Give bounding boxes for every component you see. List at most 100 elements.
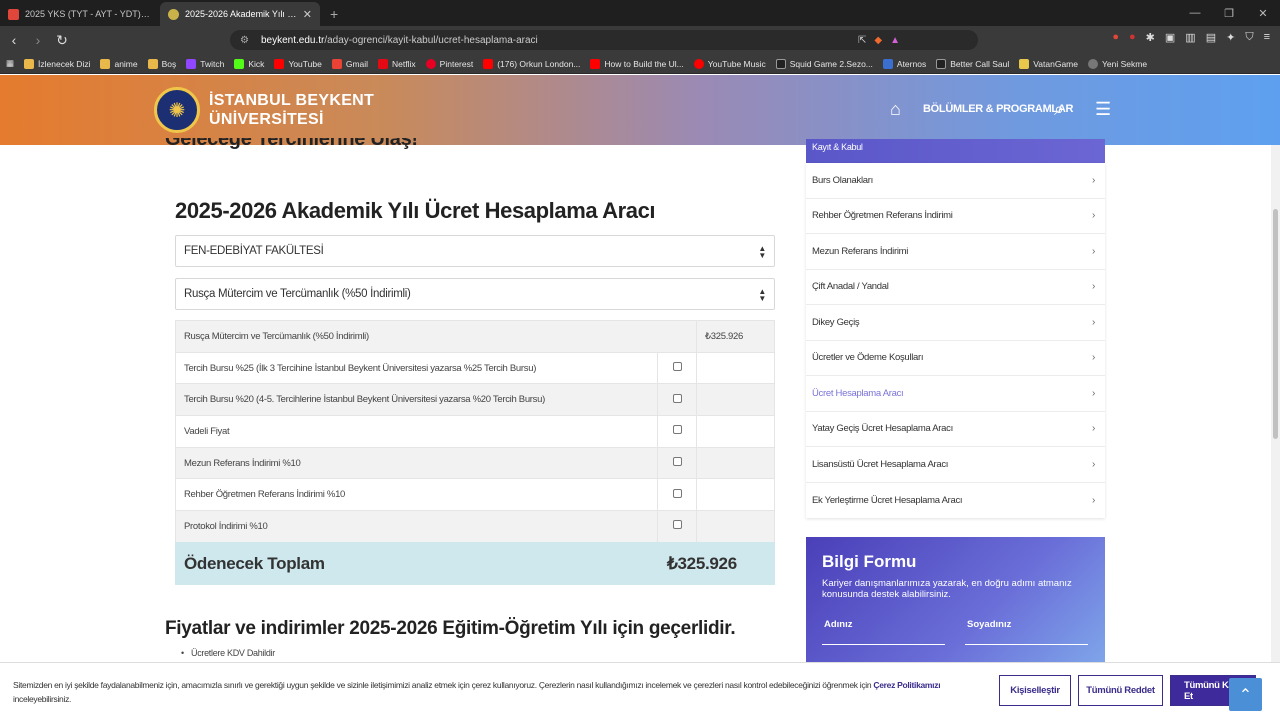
search-icon[interactable]: ⌕	[1054, 99, 1064, 120]
media-icon[interactable]: ▣	[1165, 31, 1175, 44]
discount-checkbox[interactable]	[672, 362, 682, 372]
discount-amount	[696, 446, 775, 480]
program-fee-label: Rusça Mütercim ve Tercümanlık (%50 İndir…	[175, 320, 697, 353]
bookmark-item[interactable]: How to Build the Ul...	[590, 58, 684, 69]
site-info-icon[interactable]: ⚙	[240, 35, 249, 46]
bookmark-item[interactable]: YouTube	[274, 58, 322, 69]
bookmark-item[interactable]: Aternos	[882, 58, 926, 69]
home-icon[interactable]: ⌂	[890, 99, 901, 120]
apps-icon[interactable]: ▦	[6, 58, 14, 69]
discount-checkbox[interactable]	[672, 425, 682, 435]
bookmark-item[interactable]: Boş	[147, 58, 176, 69]
bookmark-item[interactable]: anime	[100, 58, 138, 69]
url-host: beykent.edu.tr	[260, 34, 325, 46]
url-path: /aday-ogrenci/kayit-kabul/ucret-hesaplam…	[324, 34, 538, 46]
chevron-right-icon: ›	[1091, 423, 1095, 435]
bookmark-item[interactable]: Better Call Saul	[936, 58, 1009, 69]
fee-table: Rusça Mütercim ve Tercümanlık (%50 İndir…	[175, 320, 775, 543]
chevron-right-icon: ›	[1091, 174, 1095, 186]
restore-icon[interactable]: ❐	[1212, 0, 1246, 26]
close-tab-icon[interactable]: ✕	[303, 8, 312, 21]
cookie-policy-link[interactable]: Çerez Politikamızı	[873, 680, 940, 690]
sidebar-header: Kayıt & Kabul	[806, 139, 1105, 163]
faculty-select[interactable]: FEN-EDEBİYAT FAKÜLTESİ ▲ ▼	[175, 235, 775, 267]
first-name-field[interactable]: Adınız	[822, 617, 945, 645]
total-value: ₺325.926	[667, 553, 737, 573]
bookmark-item[interactable]: VatanGame	[1019, 58, 1078, 69]
puzzle-icon[interactable]: ✱	[1146, 31, 1155, 44]
share-icon[interactable]: ⇱	[858, 35, 866, 46]
university-logo-text[interactable]: İSTANBUL BEYKENT ÜNİVERSİTESİ	[209, 91, 374, 129]
reload-icon[interactable]: ↻	[52, 30, 72, 50]
bookmark-item[interactable]: YouTube Music	[693, 58, 766, 69]
discount-label: Protokol İndirimi %10	[175, 510, 658, 543]
bookmark-item[interactable]: Yeni Sekme	[1088, 58, 1147, 69]
minimize-icon[interactable]: —	[1178, 0, 1212, 26]
menu-icon[interactable]: ≡	[1264, 31, 1270, 44]
sidebar-item-graduate-calculator[interactable]: Lisansüstü Ücret Hesaplama Aracı ›	[806, 447, 1105, 483]
university-seal-icon[interactable]: ✺	[154, 87, 200, 133]
sidebar-item-additional-placement-calculator[interactable]: Ek Yerleştirme Ücret Hesaplama Aracı ›	[806, 483, 1105, 519]
discount-checkbox[interactable]	[672, 457, 682, 467]
brave-shield-icon[interactable]: ◆	[874, 35, 882, 46]
discount-checkbox[interactable]	[672, 488, 682, 498]
extension-icon[interactable]: ●	[1129, 31, 1136, 44]
sidebar-menu: Burs Olanakları › Rehber Öğretmen Referan…	[806, 163, 1105, 518]
bookmark-item[interactable]: Pinterest	[425, 58, 473, 69]
table-row: Tercih Bursu %20 (4-5. Tercihlerine İsta…	[175, 383, 775, 417]
sidebar-item-scholarships[interactable]: Burs Olanakları ›	[806, 163, 1105, 199]
customize-button[interactable]: Kişiselleştir	[999, 675, 1071, 706]
sidebar-item-fees-payment[interactable]: Ücretler ve Ödeme Koşulları ›	[806, 341, 1105, 376]
browser-tab-beykent[interactable]: 2025-2026 Akademik Yılı Ücret H ✕	[160, 2, 320, 26]
bookmark-item[interactable]: (176) Orkun London...	[483, 58, 580, 69]
chevron-right-icon: ›	[1091, 281, 1095, 293]
table-row: Rehber Öğretmen Referans İndirimi %10	[175, 478, 775, 512]
bookmark-item[interactable]: Kick	[234, 58, 264, 69]
scroll-to-top-icon[interactable]: ⌃	[1229, 678, 1262, 711]
bookmark-item[interactable]: İzlenecek Dizi	[24, 58, 90, 69]
scrollbar-thumb[interactable]	[1273, 209, 1278, 439]
back-icon[interactable]: ‹	[4, 30, 24, 50]
discount-checkbox-cell	[657, 478, 697, 512]
sidebar-item-horizontal-transfer-calculator[interactable]: Yatay Geçiş Ücret Hesaplama Aracı ›	[806, 412, 1105, 447]
bookmark-item[interactable]: Netflix	[378, 58, 416, 69]
program-select[interactable]: Rusça Mütercim ve Tercümanlık (%50 İndir…	[175, 278, 775, 310]
sidebar-item-alumni-referral[interactable]: Mezun Referans İndirimi ›	[806, 234, 1105, 270]
page-scrollbar[interactable]	[1271, 145, 1280, 662]
discount-label: Vadeli Fiyat	[175, 415, 658, 448]
address-bar[interactable]: ⚙ beykent.edu.tr/aday-ogrenci/kayit-kabu…	[230, 30, 978, 50]
close-window-icon[interactable]: ✕	[1246, 0, 1280, 26]
leo-icon[interactable]: ✦	[1226, 31, 1235, 44]
cookie-banner: Sitemizden en iyi şekilde faydalanabilme…	[0, 662, 1280, 720]
sidebar-item-fee-calculator[interactable]: Ücret Hesaplama Aracı ›	[806, 376, 1105, 412]
programs-nav-link[interactable]: BÖLÜMLER & PROGRAMLAR	[923, 103, 1073, 115]
bookmark-item[interactable]: Twitch	[186, 58, 224, 69]
extension-icon[interactable]: ●	[1112, 31, 1119, 44]
hamburger-menu-icon[interactable]: ☰	[1095, 99, 1111, 120]
discount-checkbox[interactable]	[672, 520, 682, 530]
select-arrows-icon: ▲ ▼	[758, 244, 766, 260]
forward-icon[interactable]: ›	[28, 30, 48, 50]
brave-rewards-icon[interactable]: ▲	[890, 35, 900, 46]
sidebar-item-double-major[interactable]: Çift Anadal / Yandal ›	[806, 270, 1105, 305]
reject-all-button[interactable]: Tümünü Reddet	[1078, 675, 1163, 706]
chevron-right-icon: ›	[1091, 245, 1095, 257]
sidebar-item-vertical-transfer[interactable]: Dikey Geçiş ›	[806, 305, 1105, 341]
total-row: Ödenecek Toplam ₺325.926	[175, 542, 775, 585]
tab-title: 2025 YKS (TYT - AYT - YDT) Tercih Me	[25, 9, 152, 19]
chevron-right-icon: ›	[1091, 494, 1095, 506]
last-name-field[interactable]: Soyadınız	[965, 617, 1088, 645]
chevron-right-icon: ›	[1091, 387, 1095, 399]
bookmark-item[interactable]: Squid Game 2.Sezo...	[775, 58, 873, 69]
calculator-title: 2025-2026 Akademik Yılı Ücret Hesaplama …	[175, 198, 656, 223]
vpn-icon[interactable]: ⛉	[1245, 31, 1253, 44]
sidebar-item-teacher-referral[interactable]: Rehber Öğretmen Referans İndirimi ›	[806, 199, 1105, 234]
new-tab-icon[interactable]: +	[320, 2, 348, 26]
discount-checkbox[interactable]	[672, 393, 682, 403]
discount-amount	[696, 383, 775, 417]
bookmark-item[interactable]: Gmail	[331, 58, 368, 69]
wallet-icon[interactable]: ▤	[1206, 31, 1216, 44]
section-heading: Geleceğe Tercihlerine Ulaş!	[165, 138, 418, 150]
sidebar-icon[interactable]: ▥	[1185, 31, 1195, 44]
browser-tab-yks[interactable]: 2025 YKS (TYT - AYT - YDT) Tercih Me	[0, 2, 160, 26]
